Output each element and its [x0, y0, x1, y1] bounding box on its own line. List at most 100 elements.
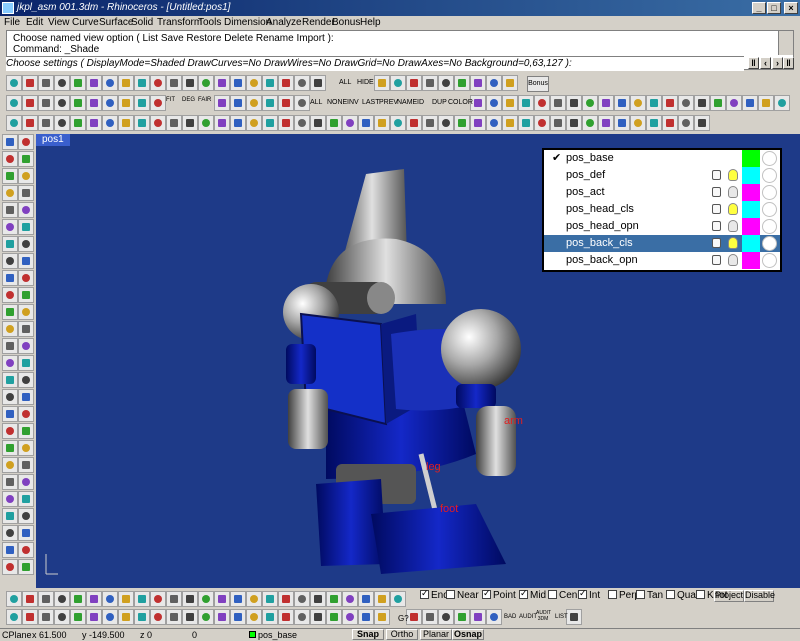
lock-icon[interactable] [712, 221, 721, 231]
toolbar-button[interactable] [86, 75, 102, 91]
toolbar-button[interactable] [294, 609, 310, 625]
left-toolbar-button[interactable] [2, 287, 18, 303]
toolbar-button[interactable] [214, 115, 230, 131]
command-input[interactable]: Choose settings ( DisplayMode=Shaded Dra… [6, 56, 744, 71]
status-layer[interactable]: pos_base [258, 630, 297, 640]
toolbar-button[interactable] [38, 75, 54, 91]
layer-name[interactable]: pos_back_opn [566, 254, 638, 266]
select-name-button[interactable]: NAME [397, 99, 417, 106]
toolbar-button[interactable] [166, 591, 182, 607]
checkbox-icon[interactable] [548, 590, 557, 599]
toolbar-button[interactable] [262, 75, 278, 91]
toolbar-button[interactable] [134, 115, 150, 131]
osnap-mid[interactable]: ✓ Mid [519, 588, 546, 602]
toolbar-button[interactable] [262, 115, 278, 131]
left-toolbar-button[interactable] [18, 202, 34, 218]
toolbar-button[interactable] [422, 75, 438, 91]
toolbar-button[interactable] [694, 115, 710, 131]
left-toolbar-button[interactable] [2, 491, 18, 507]
left-toolbar-button[interactable] [18, 423, 34, 439]
toolbar-button[interactable] [454, 75, 470, 91]
left-toolbar-button[interactable] [18, 474, 34, 490]
left-toolbar-button[interactable] [18, 525, 34, 541]
fair-button[interactable]: FAIR [198, 97, 211, 103]
toolbar-button[interactable] [182, 609, 198, 625]
toolbar-button[interactable] [214, 95, 230, 111]
scroll-right-end-button[interactable]: ‖ [783, 57, 794, 69]
minimize-button[interactable]: _ [752, 2, 766, 14]
layer-row[interactable]: pos_back_opn [544, 252, 780, 269]
layer-row[interactable]: pos_head_cls [544, 201, 780, 218]
left-toolbar-button[interactable] [18, 321, 34, 337]
material-circle-icon[interactable] [762, 185, 777, 200]
layer-color-swatch[interactable] [742, 167, 760, 184]
toolbar-button[interactable] [230, 609, 246, 625]
left-toolbar-button[interactable] [18, 338, 34, 354]
toolbar-button[interactable] [454, 115, 470, 131]
left-toolbar-button[interactable] [18, 508, 34, 524]
left-toolbar-button[interactable] [2, 440, 18, 456]
left-toolbar-button[interactable] [18, 185, 34, 201]
toolbar-button[interactable] [198, 75, 214, 91]
checkbox-icon[interactable] [446, 590, 455, 599]
toolbar-button[interactable] [150, 591, 166, 607]
menu-render[interactable]: Render [302, 17, 335, 28]
toolbar-button[interactable] [422, 609, 438, 625]
layer-color-swatch[interactable] [742, 252, 760, 269]
select-id-button[interactable]: ID [417, 99, 424, 106]
toolbar-button[interactable] [118, 609, 134, 625]
lock-icon[interactable] [712, 204, 721, 214]
toolbar-button[interactable] [662, 115, 678, 131]
checkbox-icon[interactable] [636, 590, 645, 599]
toolbar-button[interactable] [86, 591, 102, 607]
toolbar-button[interactable] [326, 591, 342, 607]
toolbar-button[interactable] [6, 609, 22, 625]
toolbar-button[interactable] [230, 95, 246, 111]
toolbar-button[interactable] [454, 609, 470, 625]
toolbar-button[interactable] [54, 115, 70, 131]
toolbar-button[interactable] [70, 115, 86, 131]
left-toolbar-button[interactable] [18, 406, 34, 422]
left-toolbar-button[interactable] [2, 253, 18, 269]
toolbar-button[interactable] [22, 75, 38, 91]
toolbar-button[interactable] [374, 609, 390, 625]
toolbar-button[interactable] [310, 75, 326, 91]
left-toolbar-button[interactable] [2, 355, 18, 371]
toolbar-button[interactable] [134, 591, 150, 607]
checkbox-icon[interactable]: ✓ [578, 588, 587, 599]
select-none-button[interactable]: NONE [327, 99, 347, 106]
toolbar-button[interactable] [246, 95, 262, 111]
list-button[interactable]: LIST [555, 614, 568, 620]
left-toolbar-button[interactable] [18, 372, 34, 388]
ortho-toggle[interactable]: Ortho [386, 629, 418, 640]
project-button[interactable]: Project [714, 590, 744, 602]
toolbar-button[interactable] [134, 95, 150, 111]
left-toolbar-button[interactable] [18, 287, 34, 303]
toolbar-button[interactable] [118, 591, 134, 607]
toolbar-button[interactable] [406, 75, 422, 91]
material-circle-icon[interactable] [762, 219, 777, 234]
menu-surface[interactable]: Surface [99, 17, 133, 28]
toolbar-button[interactable] [550, 115, 566, 131]
g-query-button[interactable]: G? [398, 614, 409, 623]
layer-name[interactable]: pos_def [566, 169, 605, 181]
bulb-icon[interactable] [728, 220, 738, 232]
toolbar-button[interactable] [118, 75, 134, 91]
toolbar-button[interactable] [470, 115, 486, 131]
toolbar-button[interactable] [54, 591, 70, 607]
left-toolbar-button[interactable] [18, 457, 34, 473]
toolbar-button[interactable] [262, 95, 278, 111]
layer-color-swatch[interactable] [742, 201, 760, 218]
menu-solid[interactable]: Solid [131, 17, 153, 28]
maximize-button[interactable]: □ [767, 2, 781, 14]
select-inv-button[interactable]: INV [347, 99, 359, 106]
toolbar-button[interactable] [694, 95, 710, 111]
left-toolbar-button[interactable] [2, 474, 18, 490]
bulb-icon[interactable] [728, 186, 738, 198]
left-toolbar-button[interactable] [18, 270, 34, 286]
toolbar-button[interactable] [358, 591, 374, 607]
layer-name[interactable]: pos_act [566, 186, 605, 198]
left-toolbar-button[interactable] [2, 202, 18, 218]
toolbar-button[interactable] [262, 609, 278, 625]
left-toolbar-button[interactable] [2, 457, 18, 473]
